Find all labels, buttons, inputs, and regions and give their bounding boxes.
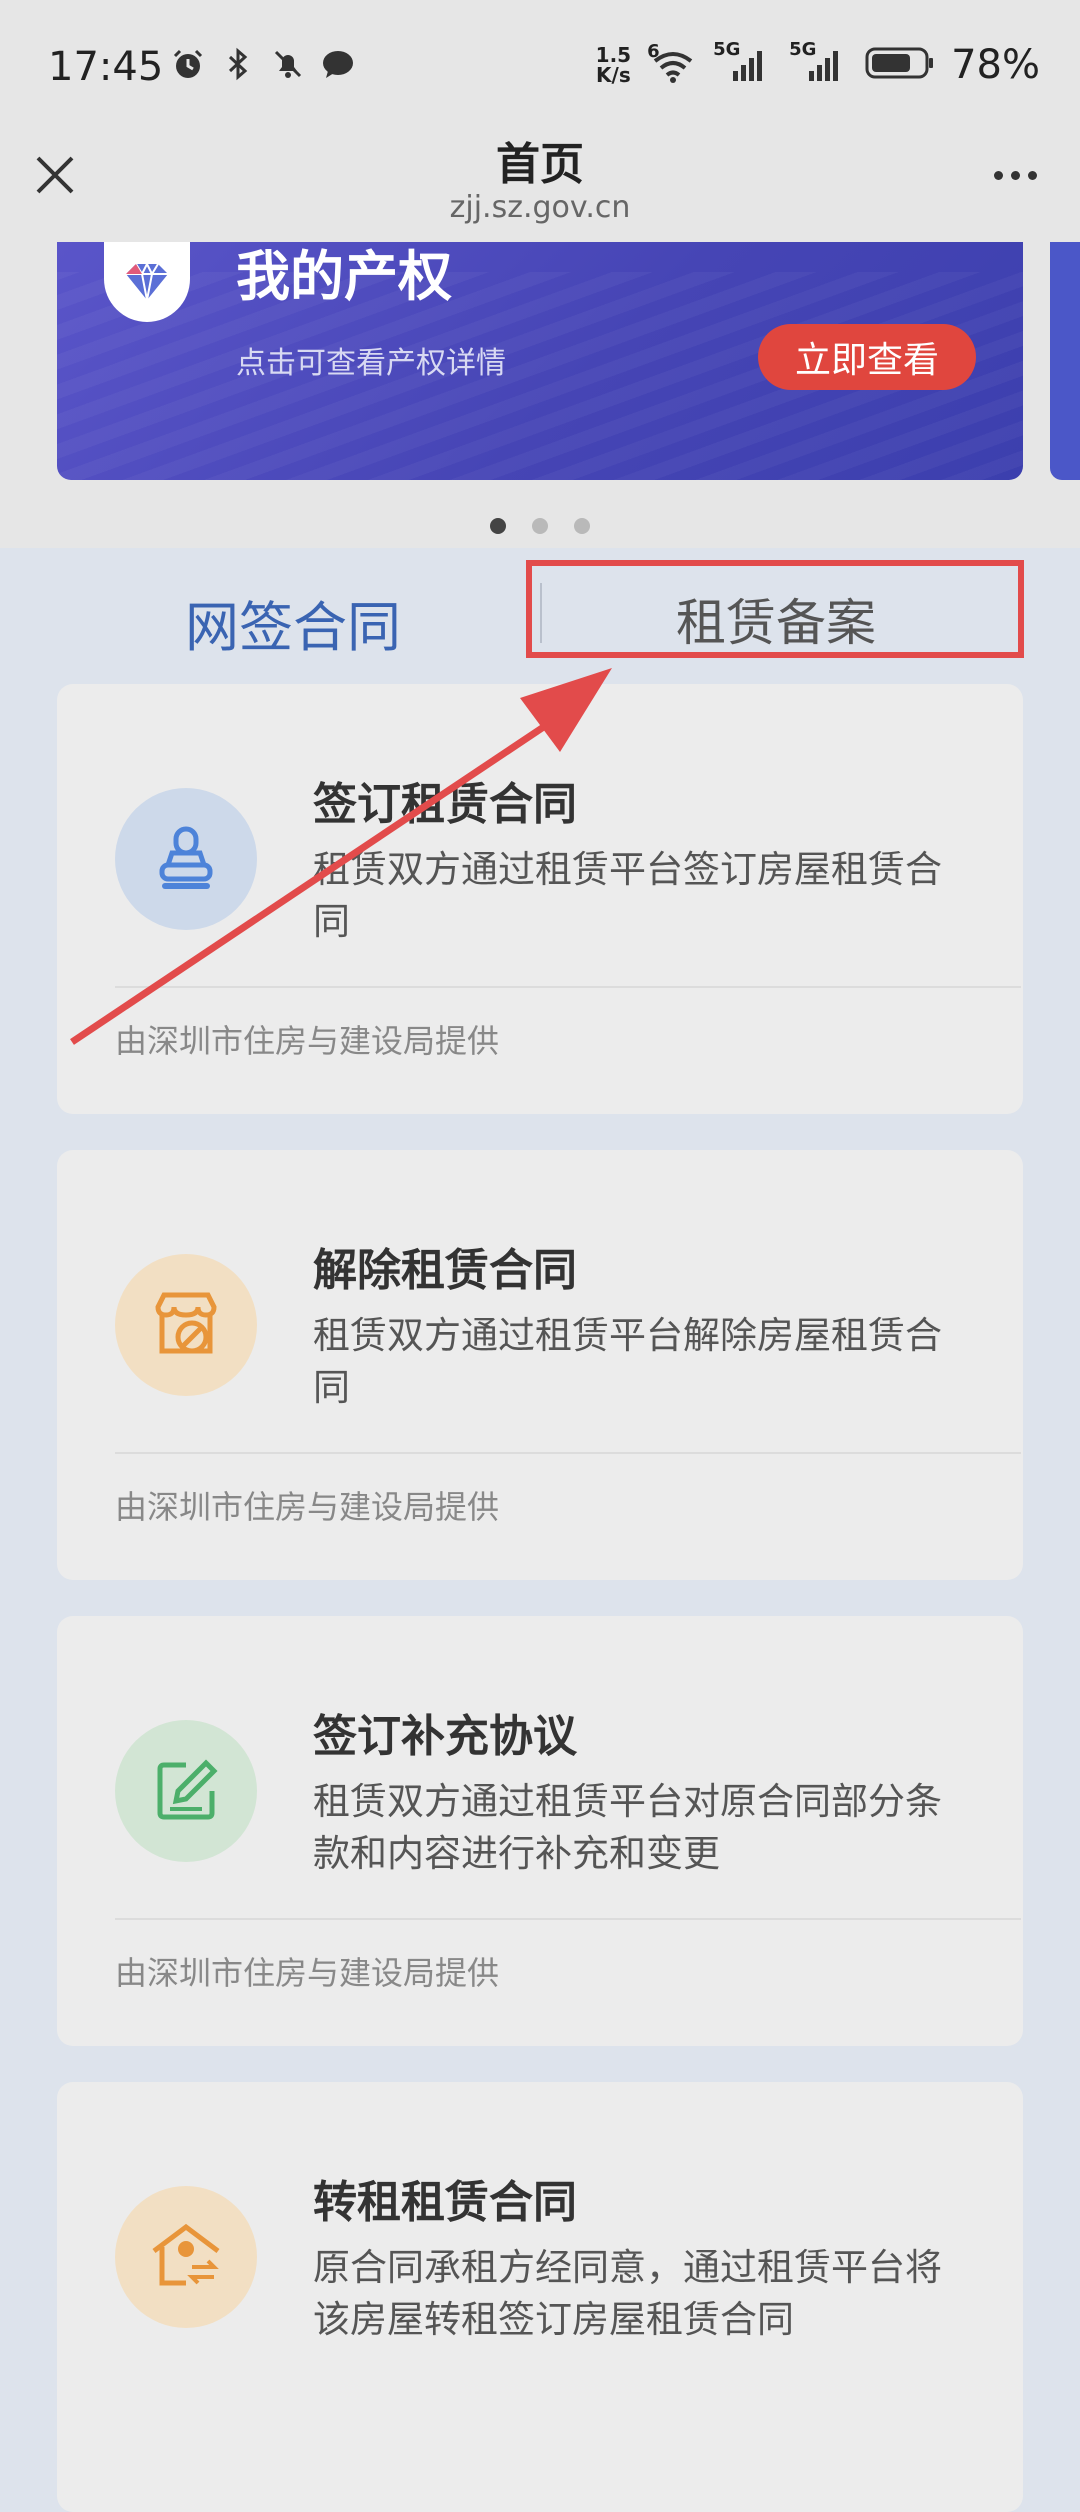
card-title: 解除租赁合同	[313, 1245, 577, 1296]
tab-online-contract[interactable]: 网签合同	[185, 583, 401, 662]
store-cancel-icon	[115, 1254, 257, 1396]
carousel-indicator	[0, 518, 1080, 534]
status-bar: 17:45 1.5 K/s 6 5G 5G 78%	[0, 0, 1080, 140]
wifi-label: 6	[647, 41, 660, 62]
card-title: 转租租赁合同	[313, 2177, 577, 2228]
card-divider	[115, 986, 1021, 988]
banner-subtitle: 点击可查看产权详情	[236, 346, 506, 381]
net-speed-unit: K/s	[596, 63, 631, 87]
banner-next-slide[interactable]	[1050, 242, 1080, 480]
alarm-icon	[170, 46, 206, 82]
signal-icon: 5G	[713, 39, 773, 85]
net-speed: 1.5 K/s	[596, 45, 631, 85]
carousel-dot[interactable]	[490, 518, 506, 534]
mute-bell-icon	[270, 46, 306, 82]
card-provider: 由深圳市住房与建设局提供	[115, 1488, 500, 1526]
card-divider	[115, 1452, 1021, 1454]
signal-icon: 5G	[789, 39, 849, 85]
carousel-dot[interactable]	[532, 518, 548, 534]
view-now-button[interactable]: 立即查看	[758, 324, 976, 390]
banner-title: 我的产权	[236, 245, 452, 308]
card-description: 租赁双方通过租赁平台解除房屋租赁合同	[313, 1314, 942, 1409]
service-card-supplement-agreement[interactable]: 签订补充协议 租赁双方通过租赁平台对原合同部分条款和内容进行补充和变更 由深圳市…	[57, 1616, 1023, 2046]
annotation-highlight-box	[526, 560, 1024, 658]
card-provider: 由深圳市住房与建设局提供	[115, 1022, 500, 1060]
bluetooth-icon	[220, 46, 256, 82]
carousel-dot[interactable]	[574, 518, 590, 534]
more-dot	[993, 170, 1003, 180]
status-system-icons: 1.5 K/s 6 5G 5G 78%	[596, 39, 1040, 88]
card-description: 租赁双方通过租赁平台签订房屋租赁合同	[313, 848, 942, 943]
service-card-terminate-lease[interactable]: 解除租赁合同 租赁双方通过租赁平台解除房屋租赁合同 由深圳市住房与建设局提供	[57, 1150, 1023, 1580]
net-speed-value: 1.5	[595, 43, 632, 67]
card-divider	[115, 1918, 1021, 1920]
edit-icon	[115, 1720, 257, 1862]
wifi-icon: 6	[647, 41, 697, 85]
service-card-sublease[interactable]: 转租租赁合同 原合同承租方经同意，通过租赁平台将该房屋转租签订房屋租赁合同	[57, 2082, 1023, 2512]
page-title: 首页	[496, 139, 584, 190]
status-notification-icons	[170, 46, 356, 82]
service-card-sign-lease[interactable]: 签订租赁合同 租赁双方通过租赁平台签订房屋租赁合同 由深圳市住房与建设局提供	[57, 684, 1023, 1114]
card-provider: 由深圳市住房与建设局提供	[115, 1954, 500, 1992]
more-dot	[1010, 170, 1020, 180]
card-description: 租赁双方通过租赁平台对原合同部分条款和内容进行补充和变更	[313, 1780, 942, 1875]
battery-percent: 78%	[951, 42, 1040, 88]
stamp-icon	[115, 788, 257, 930]
house-transfer-icon	[115, 2186, 257, 2328]
page-url: zjj.sz.gov.cn	[449, 190, 631, 225]
status-time: 17:45	[48, 44, 164, 90]
card-title: 签订补充协议	[313, 1711, 577, 1762]
card-title: 签订租赁合同	[313, 779, 577, 830]
card-description: 原合同承租方经同意，通过租赁平台将该房屋转租签订房屋租赁合同	[313, 2246, 942, 2341]
more-options-button[interactable]	[980, 150, 1050, 200]
signal-label: 5G	[713, 39, 741, 60]
battery-icon	[865, 45, 935, 85]
message-icon	[320, 46, 356, 82]
signal-label: 5G	[789, 39, 817, 60]
more-dot	[1027, 170, 1037, 180]
